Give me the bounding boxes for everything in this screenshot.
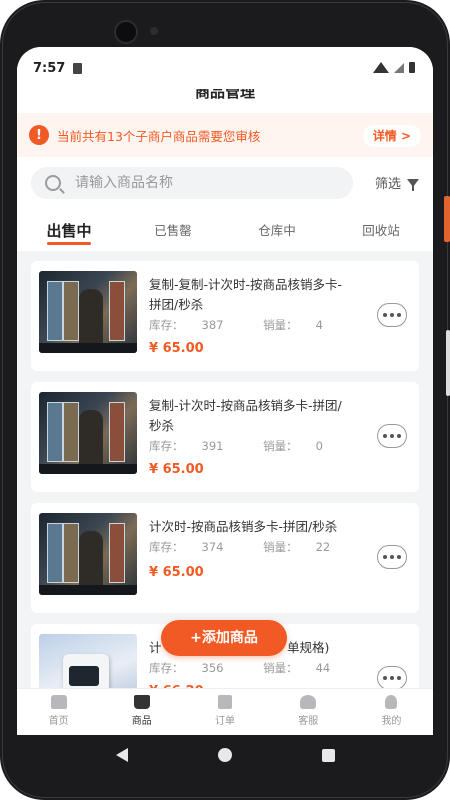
product-meta: 库存： 374 销量： 22 (149, 540, 331, 554)
notice-text: 当前共有13个子商户商品需要您审核 (57, 128, 261, 144)
product-sales: 22 (315, 540, 331, 554)
front-sensor (150, 27, 158, 35)
status-icons (373, 62, 415, 73)
nav-profile[interactable]: 我的 (350, 689, 433, 735)
product-stock: 387 (201, 318, 224, 332)
customer-service-icon (300, 695, 317, 709)
front-camera (114, 20, 138, 44)
product-card[interactable]: 复制-计次时-按商品核销多卡-拼团/秒杀 库存： 391 销量： 0 ¥ 65.00 (31, 382, 419, 492)
filter-button[interactable]: 筛选 (375, 173, 419, 192)
more-options-button[interactable] (377, 545, 407, 569)
tab-recycle-bin[interactable]: 回收站 (329, 211, 433, 251)
product-meta: 库存： 391 销量： 0 (149, 439, 323, 453)
product-title: 计次时-按商品核销多卡-拼团/秒杀 (149, 519, 338, 534)
add-product-button[interactable]: +添加商品 (161, 620, 287, 656)
bag-icon (133, 695, 150, 709)
home-icon[interactable] (217, 748, 232, 762)
search-input[interactable] (73, 174, 307, 192)
filter-funnel-icon (407, 178, 419, 191)
product-price: ¥ 65.00 (149, 462, 204, 477)
product-meta: 库存： 356 销量： 44 (149, 661, 331, 675)
product-title: 复制-复制-计次时-按商品核销多卡-拼团/秒杀 (149, 277, 343, 312)
back-icon[interactable] (115, 748, 128, 762)
nav-customer-service[interactable]: 客服 (267, 689, 350, 735)
product-card[interactable]: 复制-复制-计次时-按商品核销多卡-拼团/秒杀 库存： 387 销量： 4 ¥ 65… (31, 261, 419, 371)
product-meta: 库存： 387 销量： 4 (149, 318, 323, 332)
signal-icon (394, 62, 404, 73)
product-card[interactable]: 计次时-按商品核销多卡-拼团/秒杀 库存： 374 销量： 22 ¥ 65.00 (31, 503, 419, 613)
product-image (39, 392, 137, 474)
nav-orders[interactable]: 订单 (183, 689, 266, 735)
tab-warehouse[interactable]: 仓库中 (225, 211, 329, 251)
search-bar-area: 筛选 (17, 157, 433, 211)
system-navigation-bar (0, 735, 450, 775)
phone-frame: 7:57 商品管理 ! 当前共有13个子商户商品需要您审核 详情 > 筛选 (0, 0, 450, 800)
app-screen: 7:57 商品管理 ! 当前共有13个子商户商品需要您审核 详情 > 筛选 (17, 47, 433, 735)
wifi-icon (373, 62, 389, 73)
profile-icon (385, 695, 398, 709)
more-options-button[interactable] (377, 424, 407, 448)
search-icon (45, 175, 61, 191)
notice-detail-button[interactable]: 详情 > (362, 125, 421, 147)
warning-icon: ! (29, 125, 49, 145)
nav-products[interactable]: 商品 (100, 689, 183, 735)
product-title: 复制-计次时-按商品核销多卡-拼团/秒杀 (149, 398, 342, 433)
product-image (39, 271, 137, 353)
product-price: ¥ 65.00 (149, 341, 204, 356)
status-bar: 7:57 (17, 47, 433, 89)
filter-label: 筛选 (374, 177, 401, 192)
recent-apps-icon[interactable] (321, 748, 335, 762)
product-stock: 391 (201, 439, 224, 453)
status-time: 7:57 (33, 60, 66, 76)
nav-home[interactable]: 首页 (17, 689, 100, 735)
product-stock: 356 (201, 661, 224, 675)
review-notice-banner[interactable]: ! 当前共有13个子商户商品需要您审核 详情 > (17, 113, 433, 157)
product-price: ¥ 65.00 (149, 565, 204, 580)
tab-sold-out[interactable]: 已售罄 (121, 211, 225, 251)
status-tabs: 出售中 已售罄 仓库中 回收站 (17, 211, 433, 251)
power-button (444, 196, 450, 242)
order-icon (218, 695, 232, 709)
product-sales: 0 (315, 439, 323, 453)
volume-button (446, 330, 450, 396)
shop-icon (50, 695, 67, 709)
product-list: 复制-复制-计次时-按商品核销多卡-拼团/秒杀 库存： 387 销量： 4 ¥ 65… (17, 251, 433, 734)
search-box[interactable] (31, 167, 353, 199)
more-options-button[interactable] (377, 666, 407, 690)
tab-on-sale[interactable]: 出售中 (17, 211, 121, 251)
battery-icon (409, 62, 415, 73)
more-options-button[interactable] (377, 303, 407, 327)
product-sales: 4 (315, 318, 323, 332)
sd-card-icon (73, 62, 83, 74)
product-sales: 44 (315, 661, 331, 675)
product-stock: 374 (201, 540, 224, 554)
product-title-tail: 单规格) (287, 640, 330, 655)
bottom-tab-bar: 首页 商品 订单 客服 我的 (17, 688, 433, 735)
product-image (39, 513, 137, 595)
